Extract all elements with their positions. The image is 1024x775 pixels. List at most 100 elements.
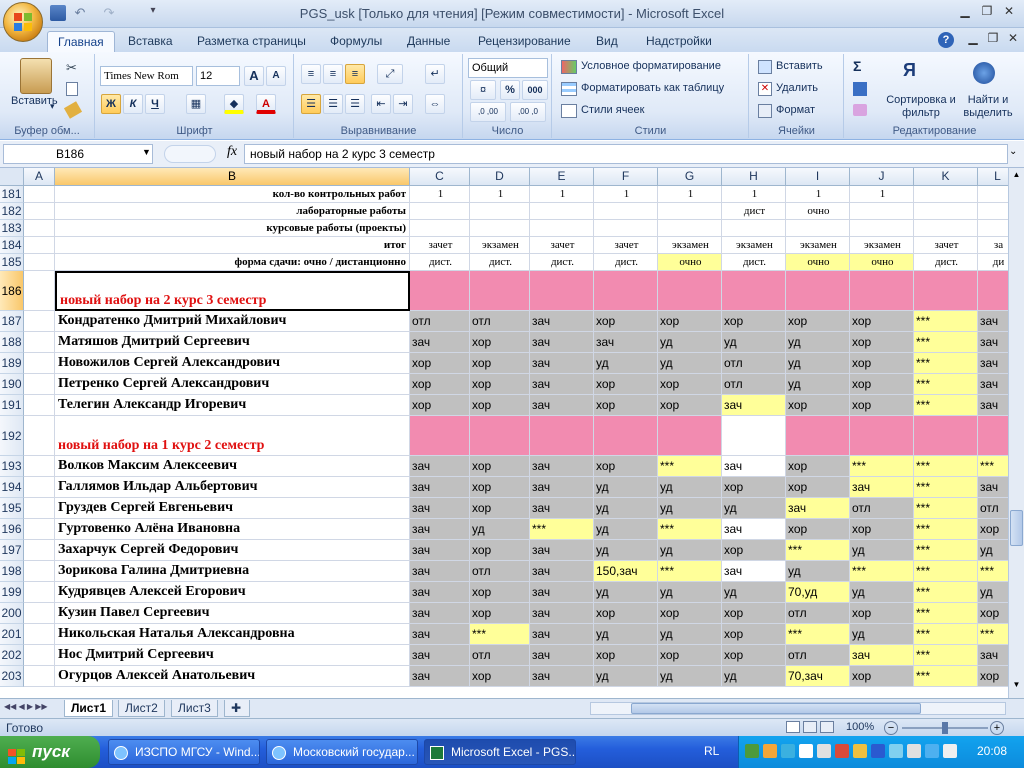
horizontal-scroll-thumb[interactable] (631, 703, 921, 714)
tray-icon[interactable] (871, 744, 885, 758)
row-header-191[interactable]: 191 (0, 395, 24, 416)
grade-cell[interactable]: зач (530, 582, 594, 603)
grade-cell[interactable]: 70,уд (786, 582, 850, 603)
bold-button[interactable]: Ж (101, 94, 121, 114)
increase-indent-icon[interactable]: ⇥ (393, 94, 413, 114)
cell[interactable]: очно (786, 254, 850, 271)
grade-cell[interactable]: уд (786, 353, 850, 374)
grade-cell[interactable]: уд (470, 519, 530, 540)
cell[interactable] (24, 416, 55, 456)
column-header-k[interactable]: K (914, 168, 978, 186)
doc-minimize-button[interactable]: ▁ (962, 30, 984, 48)
grade-cell[interactable]: хор (594, 645, 658, 666)
cell[interactable] (978, 220, 1008, 237)
grade-cell[interactable]: зач (722, 561, 786, 582)
cell[interactable] (914, 271, 978, 311)
grade-cell[interactable]: уд (722, 498, 786, 519)
doc-close-button[interactable]: ✕ (1002, 30, 1024, 48)
column-header-c[interactable]: C (410, 168, 470, 186)
column-header-f[interactable]: F (594, 168, 658, 186)
grade-cell[interactable]: хор (410, 353, 470, 374)
view-buttons[interactable] (786, 721, 836, 734)
grade-cell[interactable]: зач (786, 498, 850, 519)
student-name[interactable]: Нос Дмитрий Сергеевич (55, 645, 410, 666)
student-name[interactable]: Петренко Сергей Александрович (55, 374, 410, 395)
grade-cell[interactable]: зач (530, 624, 594, 645)
cell[interactable] (24, 561, 55, 582)
grade-cell[interactable]: зач (722, 395, 786, 416)
conditional-format-button[interactable]: Условное форматирование (581, 60, 721, 72)
column-header-i[interactable]: I (786, 168, 850, 186)
speaker-icon[interactable] (943, 744, 957, 758)
grade-cell[interactable]: зач (410, 582, 470, 603)
grade-cell[interactable]: отл (786, 645, 850, 666)
grade-cell[interactable]: зач (530, 498, 594, 519)
grade-cell[interactable]: отл (470, 311, 530, 332)
grade-cell[interactable]: отл (470, 645, 530, 666)
tab-view[interactable]: Вид (586, 31, 628, 52)
grade-cell[interactable]: зач (530, 645, 594, 666)
cell[interactable]: 1 (722, 186, 786, 203)
grade-cell[interactable]: хор (470, 540, 530, 561)
align-bottom-icon[interactable]: ≡ (345, 64, 365, 84)
tab-page-layout[interactable]: Разметка страницы (187, 31, 316, 52)
grade-cell[interactable]: уд (978, 540, 1008, 561)
cell[interactable]: 1 (658, 186, 722, 203)
grade-cell[interactable]: зач (978, 477, 1008, 498)
zoom-out-icon[interactable]: − (884, 721, 898, 735)
column-header-h[interactable]: H (722, 168, 786, 186)
cell[interactable]: экзамен (850, 237, 914, 254)
student-name[interactable]: Гуртовенко Алёна Ивановна (55, 519, 410, 540)
cell[interactable]: ди (978, 254, 1008, 271)
align-right-icon[interactable]: ☰ (345, 94, 365, 114)
format-cells-button[interactable]: Формат (776, 104, 815, 116)
cell[interactable] (24, 456, 55, 477)
cell[interactable] (658, 203, 722, 220)
student-name[interactable]: Волков Максим Алексеевич (55, 456, 410, 477)
grade-cell[interactable]: *** (914, 645, 978, 666)
row-label[interactable]: итог (55, 237, 410, 254)
orientation-icon[interactable]: ⤢ (377, 64, 403, 84)
tray-icon[interactable] (799, 744, 813, 758)
doc-restore-button[interactable]: ❐ (982, 30, 1004, 48)
cell[interactable] (24, 353, 55, 374)
grade-cell[interactable]: хор (470, 374, 530, 395)
student-name[interactable]: Галлямов Ильдар Альбертович (55, 477, 410, 498)
grade-cell[interactable]: хор (850, 311, 914, 332)
row-header-188[interactable]: 188 (0, 332, 24, 353)
cell[interactable] (410, 220, 470, 237)
sheet-tab-1[interactable]: Лист1 (64, 700, 114, 717)
grade-cell[interactable]: *** (658, 561, 722, 582)
cell[interactable] (530, 203, 594, 220)
cell[interactable] (530, 271, 594, 311)
column-header-j[interactable]: J (850, 168, 914, 186)
grade-cell[interactable]: хор (850, 666, 914, 687)
cell[interactable] (658, 271, 722, 311)
grade-cell[interactable]: *** (914, 582, 978, 603)
student-name[interactable]: Захарчук Сергей Федорович (55, 540, 410, 561)
row-label[interactable]: форма сдачи: очно / дистанционно (55, 254, 410, 271)
grade-cell[interactable]: зач (978, 645, 1008, 666)
row-header-186[interactable]: 186 (0, 271, 24, 311)
zoom-level[interactable]: 100% (846, 721, 874, 733)
cell[interactable] (410, 271, 470, 311)
grade-cell[interactable]: зач (410, 645, 470, 666)
grade-cell[interactable]: *** (978, 561, 1008, 582)
cell[interactable]: очно (850, 254, 914, 271)
student-name[interactable]: Груздев Сергей Евгеньевич (55, 498, 410, 519)
row-header-195[interactable]: 195 (0, 498, 24, 519)
grade-cell[interactable]: отл (722, 353, 786, 374)
grade-cell[interactable]: уд (658, 582, 722, 603)
delete-cells-button[interactable]: Удалить (776, 82, 818, 94)
grade-cell[interactable]: *** (914, 498, 978, 519)
grade-cell[interactable]: зач (410, 540, 470, 561)
row-header-194[interactable]: 194 (0, 477, 24, 498)
grade-cell[interactable]: хор (658, 603, 722, 624)
cell[interactable]: зачет (914, 237, 978, 254)
language-indicator[interactable]: RL (704, 744, 719, 758)
cell[interactable]: экзамен (658, 237, 722, 254)
cell[interactable]: очно (658, 254, 722, 271)
student-name[interactable]: Матяшов Дмитрий Сергеевич (55, 332, 410, 353)
student-name[interactable]: Кузин Павел Сергеевич (55, 603, 410, 624)
cell[interactable] (24, 624, 55, 645)
